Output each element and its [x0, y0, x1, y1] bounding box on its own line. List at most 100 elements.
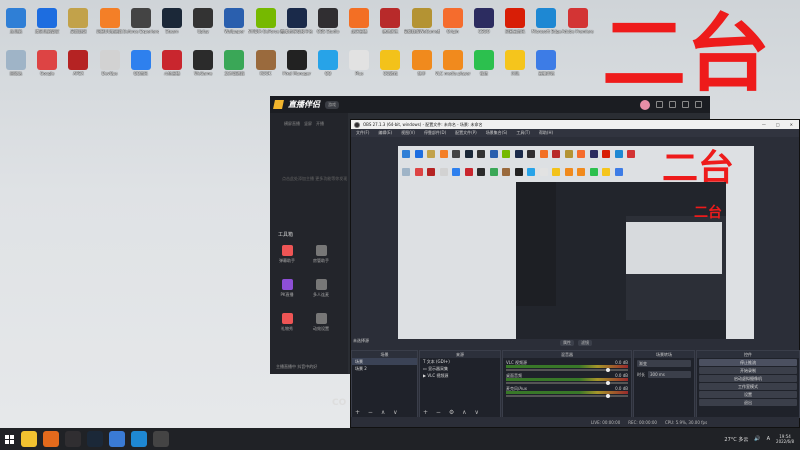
preview-mini-icon — [614, 168, 623, 176]
maximize-icon[interactable]: □ — [776, 122, 780, 127]
preview-mini-icon — [439, 150, 448, 158]
cpu-status: CPU: 5.9%, 30.00 fps — [664, 419, 708, 425]
tool-item[interactable]: 多人连麦 — [306, 279, 336, 298]
tool-label: 动效设置 — [313, 326, 329, 331]
preview-mini-icon — [577, 150, 585, 158]
tool-item[interactable]: 礼物秀 — [272, 313, 302, 332]
file-explorer-icon[interactable] — [21, 431, 37, 447]
obs-preview[interactable]: 二台 二台 — [398, 146, 754, 346]
menu-item[interactable]: 视图(V) — [401, 130, 415, 136]
preview-mini-icon — [452, 168, 460, 176]
menu-item[interactable]: 配置文件(P) — [455, 130, 477, 136]
avatar[interactable] — [640, 99, 650, 110]
app-icon — [255, 50, 276, 70]
close-icon[interactable] — [695, 101, 702, 108]
menu-item[interactable]: 文件(F) — [356, 130, 369, 136]
volume-meter — [506, 365, 628, 368]
mail-icon[interactable] — [43, 431, 59, 447]
tool-item[interactable]: 房管助手 — [306, 245, 336, 264]
obs-logo-icon — [354, 121, 360, 128]
obs-icon[interactable] — [65, 431, 81, 447]
source-item[interactable]: ▭ 显示器采集 — [420, 365, 500, 372]
start-button[interactable] — [0, 434, 18, 444]
volume-slider[interactable] — [506, 381, 628, 385]
app-icon — [99, 50, 120, 70]
preview-mini-icon — [402, 150, 410, 158]
volume-icon[interactable]: 🔊 — [754, 436, 760, 442]
obs-window: OBS 27.1.3 (64-bit, windows) - 配置文件: 未命名… — [350, 119, 800, 428]
source-controls[interactable]: + − ⚙ ∧ ∨ — [423, 409, 482, 416]
settings-icon[interactable] — [656, 101, 663, 108]
menu-item[interactable]: 工具(T) — [516, 130, 530, 136]
zhibo-nav-2[interactable]: 开播 — [316, 121, 324, 127]
preview-mini-icon — [464, 168, 473, 176]
weather[interactable]: 27°C 多云 — [724, 436, 748, 443]
preview-mini-icon — [477, 150, 485, 158]
app-icon — [130, 50, 151, 70]
tool-icon — [315, 313, 327, 324]
edge-icon[interactable] — [131, 431, 147, 447]
language-indicator[interactable]: A — [767, 436, 770, 442]
obs-menubar: 文件(F) 编辑(E) 视图(V) 停靠部件(D) 配置文件(P) 场景集合(S) 工具(T… — [351, 129, 799, 137]
app-icon — [6, 50, 26, 70]
terminal-icon[interactable] — [153, 431, 169, 447]
zhibo-badge[interactable]: 游戏 — [325, 100, 339, 109]
scene-controls[interactable]: + − ∧ ∨ — [355, 409, 401, 416]
tool-label: PK直播 — [280, 292, 294, 297]
steam-icon[interactable] — [87, 431, 103, 447]
zhibo-nav-0[interactable]: 横屏直播 — [284, 121, 300, 127]
tool-label: 弹幕助手 — [279, 258, 295, 263]
source-item[interactable]: T 文本 (GDI+) — [420, 358, 500, 365]
preview-nested-zhibo — [516, 182, 556, 306]
control-button[interactable]: 退出 — [699, 399, 797, 406]
preview-mini-icon — [527, 168, 535, 176]
tool-item[interactable]: 动效设置 — [306, 313, 336, 332]
rec-status: REC: 00:00:00 — [628, 419, 657, 425]
preview-nested-desktop — [626, 222, 722, 274]
transition-select[interactable]: 渐变 — [637, 360, 691, 367]
app-icon — [68, 50, 89, 70]
tool-label: 多人连麦 — [313, 292, 329, 297]
mixer-channel: 麦克风/Aux 0.0 dB — [506, 386, 628, 398]
filters-button[interactable]: 滤镜 — [578, 340, 592, 346]
tool-icon — [281, 313, 293, 324]
minimize-icon[interactable]: — — [762, 122, 766, 127]
control-button[interactable]: 工作室模式 — [699, 383, 797, 390]
control-button[interactable]: 开始录制 — [699, 367, 797, 374]
control-button[interactable]: 启动虚拟摄像机 — [699, 375, 797, 382]
source-item[interactable]: ▶ VLC 视频源 — [420, 372, 500, 379]
menu-item[interactable]: 帮助(H) — [539, 130, 553, 136]
scene-item[interactable]: 场景 2 — [352, 365, 417, 372]
control-button[interactable]: 停止推流 — [699, 359, 797, 366]
desktop-icon[interactable]: 直播伴侣 — [528, 50, 564, 76]
app-icon — [380, 50, 401, 70]
zhibo-nav-1[interactable]: 竖屏 — [304, 121, 312, 127]
duration-input[interactable]: 300 ms — [648, 371, 691, 378]
desktop-icon[interactable]: Adobe Premiere — [560, 8, 596, 34]
app-icon — [193, 50, 214, 70]
preview-mini-icon — [564, 150, 573, 158]
properties-button[interactable]: 属性 — [560, 340, 574, 346]
scene-item[interactable]: 场景 — [352, 358, 417, 365]
tool-icon — [315, 279, 327, 290]
zhibo-bottom-text[interactable]: 主播直播中 抖音中的好 — [276, 364, 317, 370]
tool-item[interactable]: PK直播 — [272, 279, 302, 298]
app-icon — [99, 8, 120, 28]
chrome-icon[interactable] — [109, 431, 125, 447]
tool-item[interactable]: 弹幕助手 — [272, 245, 302, 264]
volume-meter — [506, 391, 628, 394]
menu-item[interactable]: 停靠部件(D) — [424, 130, 446, 136]
taskbar: 27°C 多云 🔊 A 19:54 2022/6/8 — [0, 428, 800, 450]
menu-item[interactable]: 场景集合(S) — [486, 130, 508, 136]
skin-icon[interactable] — [669, 101, 676, 108]
minimize-icon[interactable] — [682, 101, 689, 108]
preview-mini-icon — [427, 168, 435, 176]
volume-slider[interactable] — [506, 368, 628, 372]
app-icon — [130, 8, 151, 28]
menu-item[interactable]: 编辑(E) — [378, 130, 392, 136]
close-icon[interactable]: ✕ — [790, 122, 793, 127]
app-icon — [536, 8, 557, 28]
control-button[interactable]: 设置 — [699, 391, 797, 398]
volume-slider[interactable] — [506, 394, 628, 398]
clock[interactable]: 19:54 2022/6/8 — [776, 434, 794, 444]
